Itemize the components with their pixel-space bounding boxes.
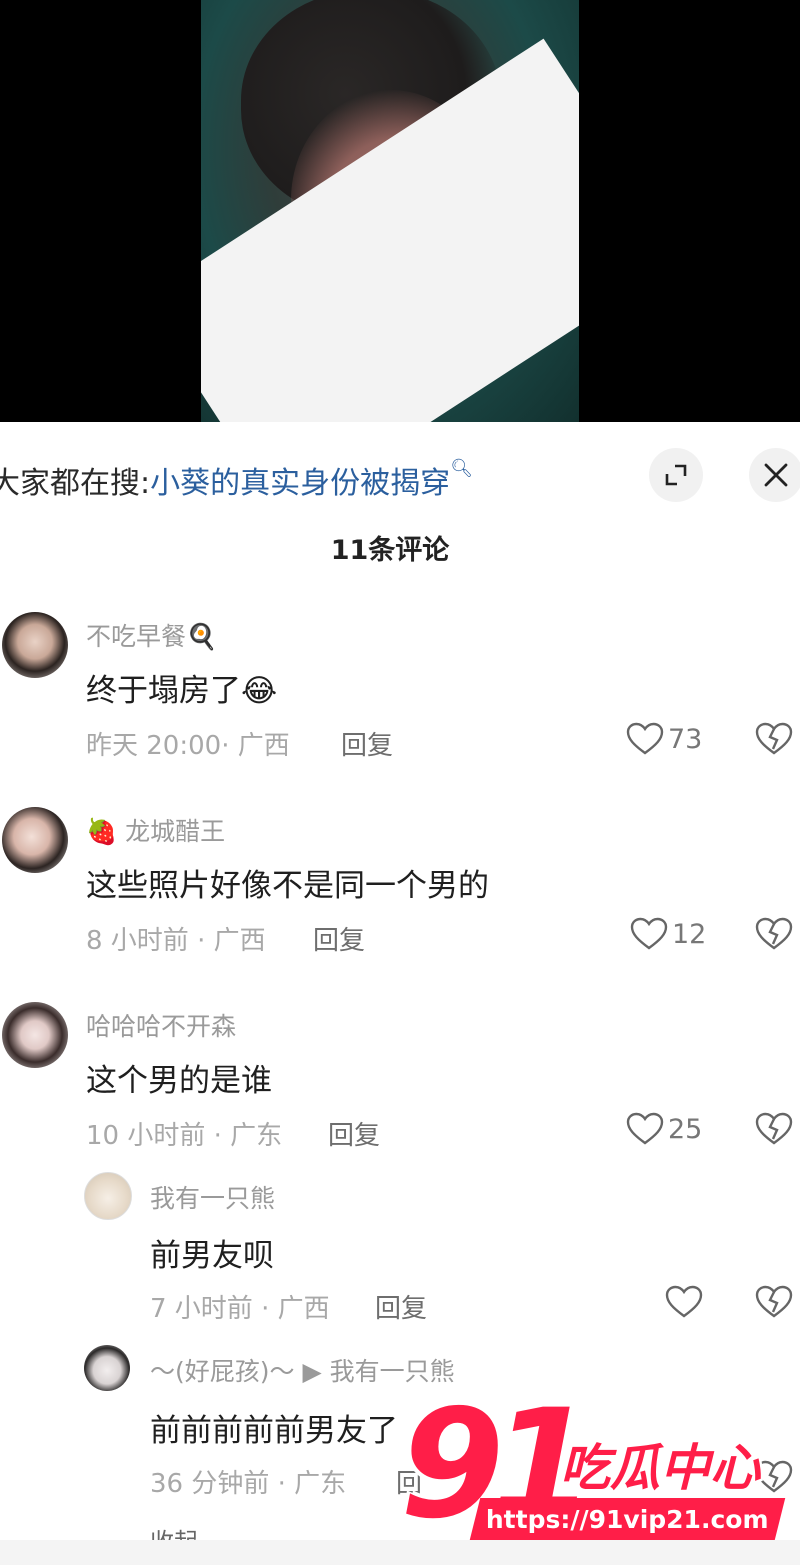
reply-username[interactable]: 我有一只熊 (150, 1179, 275, 1215)
reply-meta: 7 小时前 · 广西 (150, 1294, 330, 1324)
heart-icon (665, 1285, 703, 1318)
watermark-url: https://91vip21.com (486, 1504, 769, 1534)
like-button[interactable]: 25 (626, 1112, 702, 1146)
comment-meta: 10 小时前 · 广东 (86, 1121, 283, 1151)
dislike-button[interactable] (755, 722, 793, 760)
comment-meta: 8 小时前 · 广西 (86, 926, 266, 956)
like-count: 25 (668, 1113, 703, 1145)
heart-icon (626, 1112, 664, 1145)
comment-text: 这些照片好像不是同一个男的 (86, 868, 489, 904)
broken-heart-icon (755, 917, 793, 950)
comment-username[interactable]: 哈哈哈不开森 (86, 1007, 236, 1043)
broken-heart-icon (755, 1285, 793, 1318)
collapse-replies-button[interactable]: 收起 (150, 1522, 198, 1540)
comment-username[interactable]: 不吃早餐🍳 (86, 617, 217, 653)
avatar[interactable] (2, 1002, 68, 1068)
expand-icon (665, 464, 687, 486)
watermark-url-banner: https://91vip21.com (469, 1498, 786, 1540)
expand-button[interactable] (649, 448, 703, 502)
comment-text: 终于塌房了😂 (86, 673, 278, 709)
close-icon (764, 463, 788, 487)
video-player[interactable] (0, 0, 800, 422)
avatar[interactable] (84, 1172, 132, 1220)
avatar[interactable] (2, 612, 68, 678)
comment-meta: 昨天 20:00· 广西 (86, 731, 290, 761)
reply-button[interactable]: 回复 (341, 725, 393, 762)
avatar[interactable] (2, 807, 68, 873)
like-button[interactable] (665, 1285, 703, 1319)
search-prefix: 大家都在搜: (0, 466, 151, 501)
like-count: 73 (668, 723, 703, 755)
like-button[interactable]: 73 (626, 722, 702, 756)
heart-icon (626, 722, 664, 755)
dislike-button[interactable] (755, 1285, 793, 1323)
heart-icon (630, 917, 668, 950)
search-keyword-link[interactable]: 小葵的真实身份被揭穿 (150, 466, 450, 501)
avatar[interactable] (84, 1345, 130, 1391)
reply-meta: 36 分钟前 · 广东 (150, 1469, 347, 1499)
search-icon: 🔍︎ (450, 458, 473, 479)
search-suggestion[interactable]: 大家都在搜:小葵的真实身份被揭穿🔍︎ (0, 458, 473, 502)
watermark-brand: 吃瓜中心 (560, 1439, 760, 1497)
broken-heart-icon (755, 1112, 793, 1145)
dislike-button[interactable] (755, 917, 793, 955)
like-count: 12 (672, 918, 707, 950)
reply-button[interactable]: 回复 (328, 1115, 380, 1152)
broken-heart-icon (755, 722, 793, 755)
close-button[interactable] (749, 448, 800, 502)
comments-count-title: 11条评论 (330, 535, 450, 566)
bottom-input-bar[interactable] (0, 1540, 800, 1565)
reply-text: 前前前前前男友了 (150, 1413, 398, 1449)
reply-button[interactable]: 回复 (375, 1288, 427, 1325)
dislike-button[interactable] (755, 1112, 793, 1150)
reply-button[interactable]: 回复 (313, 920, 365, 957)
comment-username[interactable]: 🍓 龙城醋王 (86, 812, 225, 848)
comment-text: 这个男的是谁 (86, 1063, 272, 1099)
video-frame (201, 0, 579, 422)
like-button[interactable]: 12 (630, 917, 706, 951)
reply-text: 前男友呗 (150, 1238, 274, 1274)
watermark-logo: 91 吃瓜中心 https://91vip21.com (400, 1378, 790, 1552)
search-suggestion-row: 大家都在搜:小葵的真实身份被揭穿🔍︎ (0, 440, 800, 510)
